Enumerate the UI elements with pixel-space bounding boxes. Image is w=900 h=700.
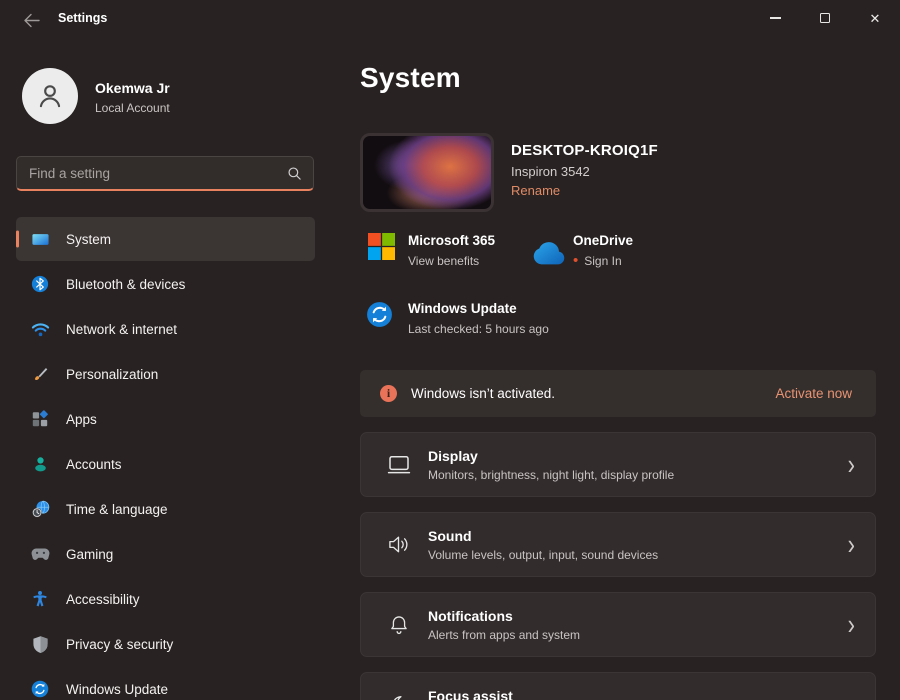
sidebar-item-label: Gaming bbox=[66, 547, 113, 562]
sidebar-item-network-internet[interactable]: Network & internet bbox=[16, 307, 315, 351]
sidebar-item-gaming[interactable]: Gaming bbox=[16, 532, 315, 576]
bluetooth-icon bbox=[30, 274, 50, 294]
sidebar-item-label: System bbox=[66, 232, 111, 247]
sidebar-item-windows-update[interactable]: Windows Update bbox=[16, 667, 315, 700]
activation-banner: i Windows isn’t activated. Activate now bbox=[360, 370, 876, 417]
chevron-right-icon: › bbox=[848, 610, 855, 639]
device-thumbnail bbox=[360, 133, 494, 212]
onedrive-cloud-icon bbox=[528, 242, 565, 270]
system-icon bbox=[30, 229, 50, 249]
sidebar-item-apps[interactable]: Apps bbox=[16, 397, 315, 441]
wifi-icon bbox=[30, 319, 50, 339]
arrow-left-icon bbox=[23, 13, 40, 28]
device-model: Inspiron 3542 bbox=[511, 164, 658, 179]
card-title: Notifications bbox=[428, 608, 580, 624]
moon-icon bbox=[385, 694, 412, 700]
accounts-icon bbox=[30, 454, 50, 474]
maximize-icon bbox=[820, 13, 830, 23]
notifications-card[interactable]: Notifications Alerts from apps and syste… bbox=[360, 592, 876, 657]
close-button[interactable]: ✕ bbox=[850, 0, 900, 36]
display-card[interactable]: Display Monitors, brightness, night ligh… bbox=[360, 432, 876, 497]
avatar[interactable] bbox=[22, 68, 78, 124]
microsoft-365-title: Microsoft 365 bbox=[408, 233, 495, 248]
accessibility-icon bbox=[30, 589, 50, 609]
profile-account-type: Local Account bbox=[95, 101, 170, 115]
card-subtitle: Alerts from apps and system bbox=[428, 628, 580, 642]
window-controls: ✕ bbox=[750, 0, 900, 36]
sidebar-item-privacy-security[interactable]: Privacy & security bbox=[16, 622, 315, 666]
onedrive-block[interactable]: OneDrive • Sign In bbox=[528, 233, 633, 270]
last-checked-status: Last checked: 5 hours ago bbox=[408, 322, 549, 336]
microsoft-logo-icon bbox=[368, 233, 395, 268]
brush-icon bbox=[30, 364, 50, 384]
person-icon bbox=[34, 80, 66, 112]
windows-update-status-row[interactable]: Windows Update Last checked: 5 hours ago bbox=[366, 301, 549, 336]
card-title: Focus assist bbox=[428, 688, 513, 700]
view-benefits-link[interactable]: View benefits bbox=[408, 254, 495, 268]
chevron-right-icon: › bbox=[848, 690, 855, 700]
sound-icon bbox=[385, 534, 412, 555]
search-icon bbox=[287, 166, 302, 181]
sidebar-item-label: Accessibility bbox=[66, 592, 140, 607]
microsoft-365-block[interactable]: Microsoft 365 View benefits bbox=[368, 233, 495, 268]
search-input[interactable] bbox=[29, 166, 287, 181]
sidebar-item-time-language[interactable]: Time & language bbox=[16, 487, 315, 531]
bell-icon bbox=[385, 613, 412, 637]
close-icon: ✕ bbox=[870, 12, 881, 25]
titlebar: Settings ✕ bbox=[0, 0, 900, 36]
settings-window: Settings ✕ Okemwa Jr Local Account Syste… bbox=[0, 0, 900, 700]
card-subtitle: Volume levels, output, input, sound devi… bbox=[428, 548, 658, 562]
activation-message: Windows isn’t activated. bbox=[411, 386, 555, 401]
rename-link[interactable]: Rename bbox=[511, 183, 658, 198]
sidebar-item-accounts[interactable]: Accounts bbox=[16, 442, 315, 486]
page-title: System bbox=[360, 62, 461, 94]
sidebar-item-label: Windows Update bbox=[66, 682, 168, 697]
windows-update-icon bbox=[366, 301, 393, 336]
back-button[interactable] bbox=[14, 8, 48, 32]
apps-icon bbox=[30, 409, 50, 429]
sidebar-item-label: Apps bbox=[66, 412, 97, 427]
display-icon bbox=[385, 454, 412, 476]
sound-card[interactable]: Sound Volume levels, output, input, soun… bbox=[360, 512, 876, 577]
windows-update-title: Windows Update bbox=[408, 301, 549, 316]
card-subtitle: Monitors, brightness, night light, displ… bbox=[428, 468, 674, 482]
minimize-icon bbox=[770, 17, 781, 18]
sign-in-label: Sign In bbox=[584, 254, 621, 268]
windows-update-icon bbox=[30, 679, 50, 699]
onedrive-title: OneDrive bbox=[573, 233, 633, 248]
sidebar-item-system[interactable]: System bbox=[16, 217, 315, 261]
activate-now-link[interactable]: Activate now bbox=[775, 386, 852, 401]
focus-assist-card[interactable]: Focus assist › bbox=[360, 672, 876, 700]
device-name: DESKTOP-KROIQ1F bbox=[511, 142, 658, 159]
sidebar-item-label: Accounts bbox=[66, 457, 122, 472]
window-title: Settings bbox=[58, 11, 107, 25]
sidebar-item-bluetooth-devices[interactable]: Bluetooth & devices bbox=[16, 262, 315, 306]
maximize-button[interactable] bbox=[800, 0, 850, 36]
sidebar-nav: System Bluetooth & devices Network & int… bbox=[16, 217, 315, 700]
gamepad-icon bbox=[30, 544, 50, 564]
sidebar-item-label: Bluetooth & devices bbox=[66, 277, 185, 292]
sidebar-item-label: Personalization bbox=[66, 367, 158, 382]
sidebar-item-label: Network & internet bbox=[66, 322, 177, 337]
time-language-icon bbox=[30, 499, 50, 519]
profile-name: Okemwa Jr bbox=[95, 80, 170, 96]
sidebar-item-label: Time & language bbox=[66, 502, 168, 517]
chevron-right-icon: › bbox=[848, 450, 855, 479]
shield-icon bbox=[30, 634, 50, 654]
chevron-right-icon: › bbox=[848, 530, 855, 559]
search-box bbox=[16, 156, 314, 191]
sidebar-item-label: Privacy & security bbox=[66, 637, 173, 652]
selection-indicator bbox=[16, 231, 19, 248]
card-title: Sound bbox=[428, 528, 658, 544]
sign-in-link[interactable]: • Sign In bbox=[573, 254, 633, 268]
device-info-row: DESKTOP-KROIQ1F Inspiron 3542 Rename bbox=[360, 133, 658, 212]
card-title: Display bbox=[428, 448, 674, 464]
sidebar-item-personalization[interactable]: Personalization bbox=[16, 352, 315, 396]
sidebar-item-accessibility[interactable]: Accessibility bbox=[16, 577, 315, 621]
settings-card-list: Display Monitors, brightness, night ligh… bbox=[360, 432, 876, 700]
info-icon: i bbox=[380, 385, 397, 402]
minimize-button[interactable] bbox=[750, 0, 800, 36]
